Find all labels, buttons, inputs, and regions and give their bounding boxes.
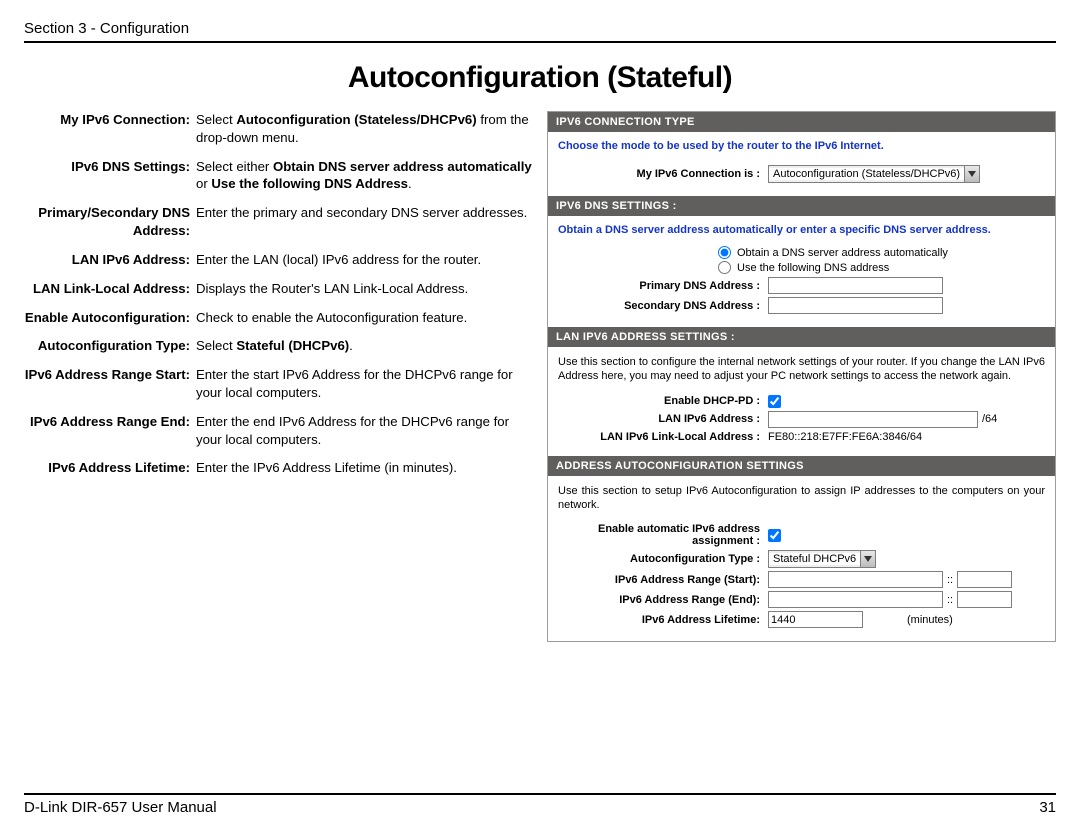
def-value: Select either Obtain DNS server address … [196, 158, 533, 194]
def-label: Enable Autoconfiguration: [24, 309, 196, 327]
panel-heading-dns: IPv6 DNS SETTINGS : [548, 196, 1055, 216]
def-label: IPv6 DNS Settings: [24, 158, 196, 194]
range-end-input-1[interactable] [768, 591, 943, 608]
primary-dns-label: Primary DNS Address : [558, 280, 768, 292]
enable-auto-ipv6-checkbox[interactable] [768, 529, 781, 542]
secondary-dns-input[interactable] [768, 297, 943, 314]
def-label: IPv6 Address Range Start: [24, 366, 196, 402]
enable-dhcp-pd-checkbox[interactable] [768, 395, 781, 408]
primary-dns-input[interactable] [768, 277, 943, 294]
def-label: Primary/Secondary DNS Address: [24, 204, 196, 240]
lan-ipv6-input[interactable] [768, 411, 978, 428]
def-value: Displays the Router's LAN Link-Local Add… [196, 280, 533, 298]
dns-manual-radio[interactable] [718, 261, 731, 274]
panel-heading-conn: IPv6 CONNECTION TYPE [548, 112, 1055, 132]
page-footer: D-Link DIR-657 User Manual 31 [24, 793, 1056, 816]
def-value: Enter the IPv6 Address Lifetime (in minu… [196, 459, 533, 477]
def-label: LAN Link-Local Address: [24, 280, 196, 298]
range-sep: :: [947, 574, 953, 586]
def-value: Check to enable the Autoconfiguration fe… [196, 309, 533, 327]
lifetime-unit: (minutes) [907, 614, 953, 626]
dns-intro-text: Obtain a DNS server address automaticall… [558, 224, 1045, 236]
lifetime-input[interactable] [768, 611, 863, 628]
chevron-down-icon[interactable] [964, 166, 979, 182]
footer-manual: D-Link DIR-657 User Manual [24, 799, 217, 816]
range-sep: :: [947, 594, 953, 606]
autoconf-type-label: Autoconfiguration Type : [558, 553, 768, 565]
range-end-label: IPv6 Address Range (End): [558, 594, 768, 606]
range-start-label: IPv6 Address Range (Start): [558, 574, 768, 586]
def-label: LAN IPv6 Address: [24, 251, 196, 269]
autoconf-intro-text: Use this section to setup IPv6 Autoconfi… [558, 484, 1045, 513]
def-value: Enter the LAN (local) IPv6 address for t… [196, 251, 533, 269]
def-value: Enter the primary and secondary DNS serv… [196, 204, 533, 240]
content-columns: My IPv6 Connection:Select Autoconfigurat… [24, 111, 1056, 642]
lan-ipv6-suffix: /64 [982, 413, 997, 425]
dns-auto-radio[interactable] [718, 246, 731, 259]
enable-dhcp-pd-label: Enable DHCP-PD : [558, 395, 768, 407]
autoconf-type-dropdown[interactable]: Stateful DHCPv6 [768, 550, 876, 568]
panel-heading-autoconf: ADDRESS AUTOCONFIGURATION SETTINGS [548, 456, 1055, 476]
def-value: Enter the start IPv6 Address for the DHC… [196, 366, 533, 402]
def-label: IPv6 Address Range End: [24, 413, 196, 449]
lifetime-label: IPv6 Address Lifetime: [558, 614, 768, 626]
def-label: Autoconfiguration Type: [24, 337, 196, 355]
secondary-dns-label: Secondary DNS Address : [558, 300, 768, 312]
lan-intro-text: Use this section to configure the intern… [558, 355, 1045, 384]
definitions-column: My IPv6 Connection:Select Autoconfigurat… [24, 111, 533, 642]
def-label: IPv6 Address Lifetime: [24, 459, 196, 477]
range-start-input-2[interactable] [957, 571, 1012, 588]
lan-ipv6-label: LAN IPv6 Address : [558, 413, 768, 425]
panel-heading-lan: LAN IPv6 ADDRESS SETTINGS : [548, 327, 1055, 347]
enable-auto-ipv6-label: Enable automatic IPv6 address assignment… [558, 523, 768, 547]
dns-manual-label: Use the following DNS address [737, 262, 889, 274]
panel-intro-text: Choose the mode to be used by the router… [558, 140, 1045, 152]
def-label: My IPv6 Connection: [24, 111, 196, 147]
def-value: Select Stateful (DHCPv6). [196, 337, 533, 355]
dns-auto-label: Obtain a DNS server address automaticall… [737, 247, 948, 259]
def-value: Enter the end IPv6 Address for the DHCPv… [196, 413, 533, 449]
my-ipv6-dropdown[interactable]: Autoconfiguration (Stateless/DHCPv6) [768, 165, 980, 183]
page-title: Autoconfiguration (Stateful) [24, 61, 1056, 95]
range-end-input-2[interactable] [957, 591, 1012, 608]
lan-linklocal-value: FE80::218:E7FF:FE6A:3846/64 [768, 431, 922, 443]
footer-page-number: 31 [1039, 799, 1056, 816]
range-start-input-1[interactable] [768, 571, 943, 588]
chevron-down-icon[interactable] [860, 551, 875, 567]
router-ui-panel: IPv6 CONNECTION TYPE Choose the mode to … [547, 111, 1056, 642]
def-value: Select Autoconfiguration (Stateless/DHCP… [196, 111, 533, 147]
lan-linklocal-label: LAN IPv6 Link-Local Address : [558, 431, 768, 443]
my-ipv6-label: My IPv6 Connection is : [558, 168, 768, 180]
section-header: Section 3 - Configuration [24, 20, 1056, 43]
